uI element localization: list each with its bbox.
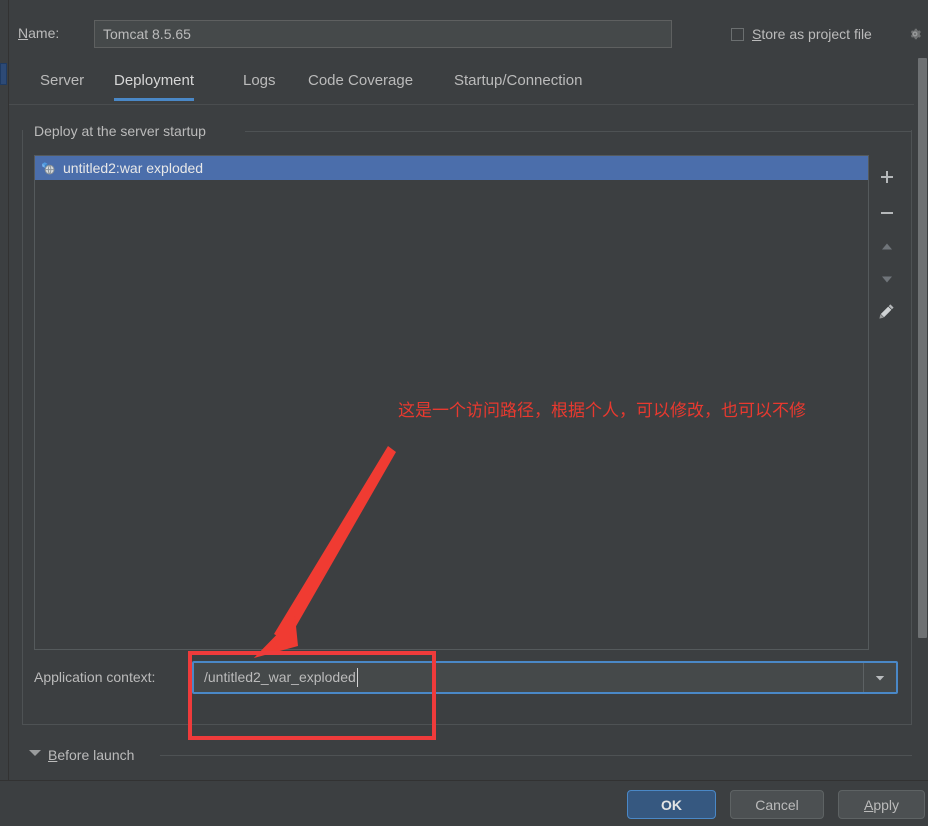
remove-button[interactable] bbox=[870, 197, 903, 228]
list-item-label: untitled2:war exploded bbox=[63, 160, 204, 176]
application-context-dropdown-button[interactable] bbox=[863, 663, 896, 692]
name-row: Name: Store as project file bbox=[0, 0, 928, 55]
tab-server[interactable]: Server bbox=[40, 72, 84, 101]
tab-label: Server bbox=[40, 72, 85, 89]
tab-label: Code Coverage bbox=[308, 72, 414, 89]
before-launch-rule bbox=[160, 755, 912, 756]
artifact-icon bbox=[40, 160, 56, 176]
tab-startup-connection[interactable]: Startup/Connection bbox=[454, 72, 582, 101]
triangle-down-icon[interactable] bbox=[29, 750, 41, 756]
plus-icon bbox=[880, 170, 893, 183]
tab-label: Deployment bbox=[114, 72, 195, 89]
chevron-down-icon bbox=[875, 675, 885, 680]
application-context-value: /untitled2_war_exploded bbox=[204, 669, 356, 685]
store-as-project-file-checkbox[interactable]: Store as project file bbox=[731, 26, 872, 42]
deployment-title-rule bbox=[245, 131, 912, 132]
list-item[interactable]: untitled2:war exploded bbox=[35, 156, 868, 180]
tab-code-coverage[interactable]: Code Coverage bbox=[308, 72, 413, 101]
chevron-up-icon bbox=[881, 243, 892, 249]
name-label: Name: bbox=[18, 25, 60, 41]
application-context-combobox[interactable]: /untitled2_war_exploded bbox=[192, 661, 898, 694]
dialog-footer: OK Cancel Apply bbox=[0, 780, 928, 826]
sidebar-selected-indicator[interactable] bbox=[0, 63, 7, 85]
annotation-note-text: 这是一个访问路径，根据个人，可以修改，也可以不修 bbox=[398, 401, 806, 421]
minus-icon bbox=[880, 211, 893, 214]
store-as-project-file-label: Store as project file bbox=[752, 26, 872, 42]
name-input[interactable] bbox=[94, 20, 672, 48]
tab-label: Startup/Connection bbox=[454, 72, 583, 89]
add-button[interactable] bbox=[870, 161, 903, 192]
tab-deployment[interactable]: Deployment bbox=[114, 72, 195, 101]
text-caret bbox=[357, 668, 358, 687]
pencil-icon bbox=[878, 303, 894, 319]
checkbox-box[interactable] bbox=[731, 27, 744, 41]
move-up-button[interactable] bbox=[870, 231, 903, 262]
move-down-button[interactable] bbox=[870, 263, 903, 294]
tab-bar: Server Deployment Logs Code Coverage Startup… bbox=[9, 62, 914, 106]
tab-label: Logs bbox=[243, 72, 276, 89]
left-panel-edge bbox=[0, 0, 9, 826]
tab-logs[interactable]: Logs bbox=[243, 72, 276, 101]
vertical-scrollbar-thumb[interactable] bbox=[918, 58, 927, 638]
chevron-down-icon bbox=[881, 276, 892, 282]
deployment-section-title: Deploy at the server startup bbox=[34, 123, 214, 139]
cancel-button[interactable]: Cancel bbox=[730, 790, 824, 819]
edit-button[interactable] bbox=[870, 295, 903, 326]
gear-icon[interactable] bbox=[908, 27, 922, 41]
before-launch-label[interactable]: Before launch bbox=[48, 747, 143, 763]
apply-button[interactable]: Apply bbox=[838, 790, 925, 819]
application-context-label: Application context: bbox=[34, 669, 156, 685]
ok-button[interactable]: OK bbox=[627, 790, 716, 819]
tab-separator bbox=[9, 104, 914, 105]
tab-active-underline bbox=[114, 98, 195, 101]
